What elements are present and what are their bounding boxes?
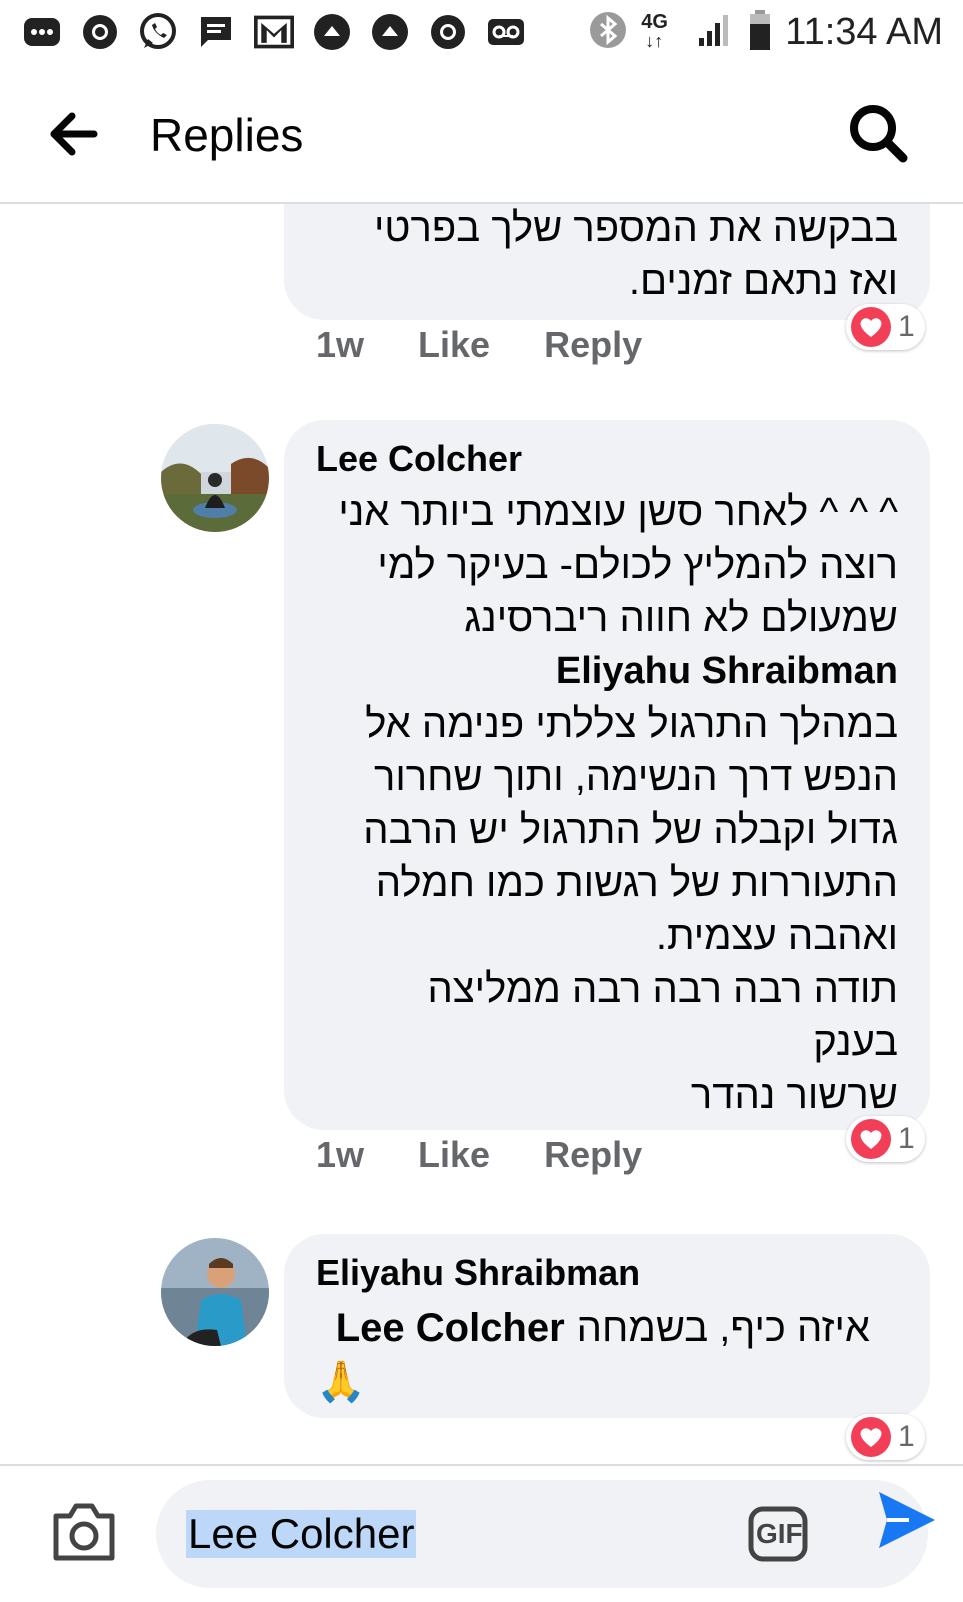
reaction-badge[interactable]: 1 (846, 1116, 925, 1162)
comment-bubble: בבקשה את המספר שלך בפרטי ואז נתאם זמנים. (284, 204, 930, 320)
sms-icon (196, 12, 236, 52)
comment-actions: 1w Like Reply (316, 1134, 642, 1176)
upload-icon (312, 12, 352, 52)
send-icon[interactable] (875, 1486, 939, 1554)
notification-icons (22, 12, 526, 52)
comment-text-line: גדול וקבלה של התרגול יש הרבה (363, 808, 898, 852)
clock: 11:34 AM (785, 11, 943, 53)
comment-text-line: ואהבה עצמית. (655, 914, 898, 958)
comment-text: איזה כיף, בשמחה Lee Colcher (316, 1302, 870, 1355)
comment-input[interactable]: Lee Colcher GIF (156, 1480, 928, 1588)
page-title: Replies (150, 109, 304, 161)
love-react-icon (851, 307, 891, 347)
comment-text-line: בענק (813, 1020, 898, 1064)
comment-text: בבקשה את המספר שלך בפרטי ואז נתאם זמנים. (316, 204, 898, 308)
like-button[interactable]: Like (418, 324, 490, 366)
gif-button[interactable]: GIF (748, 1506, 808, 1562)
comment-actions: 1w Like Reply (316, 324, 642, 366)
comment-text: ^ ^ ^ לאחר סשן עוצמתי ביותר אני רוצה להמ… (316, 486, 898, 1122)
network-indicator: 4G ↓↑ (641, 10, 668, 51)
comment-bubble: Lee Colcher ^ ^ ^ לאחר סשן עוצמתי ביותר … (284, 420, 930, 1130)
comment-text-line: שמעולם לא חווה ריברסינג (464, 596, 898, 640)
comment-text-line: בבקשה את המספר שלך בפרטי (374, 206, 898, 250)
reaction-count: 1 (898, 1122, 915, 1155)
comment-text-line: התעוררות של רגשות כמו חמלה (375, 861, 898, 905)
bluetooth-icon (589, 11, 627, 54)
search-icon[interactable] (847, 102, 911, 166)
comment-timestamp[interactable]: 1w (316, 324, 364, 366)
signal-icon (697, 12, 735, 53)
voicemail-icon (486, 12, 526, 52)
comment-timestamp[interactable]: 1w (316, 1134, 364, 1176)
comment-text-line: איזה כיף, בשמחה (576, 1306, 870, 1350)
messages-icon (22, 12, 62, 52)
reaction-badge[interactable]: 1 (846, 1414, 925, 1460)
love-react-icon (851, 1417, 891, 1457)
reaction-badge[interactable]: 1 (846, 304, 925, 350)
app-header: Replies (0, 68, 963, 204)
back-arrow-icon[interactable] (46, 104, 106, 164)
system-status: 4G ↓↑ 11:34 AM (589, 10, 943, 55)
camera-icon[interactable] (50, 1500, 118, 1564)
comment-text-line: ואז נתאם זמנים. (628, 259, 898, 303)
gmail-icon (254, 12, 294, 52)
comment-author[interactable]: Lee Colcher (316, 438, 898, 480)
reply-button[interactable]: Reply (544, 324, 642, 366)
gif-label: GIF (756, 1518, 803, 1549)
mention-link[interactable]: Lee Colcher (336, 1302, 565, 1355)
comment-text-line: תודה רבה רבה רבה ממליצה (427, 967, 898, 1011)
like-button[interactable]: Like (418, 1134, 490, 1176)
reaction-count: 1 (898, 310, 915, 343)
chrome-icon (80, 12, 120, 52)
comment-input-value[interactable]: Lee Colcher (186, 1510, 417, 1558)
comment-bubble: Eliyahu Shraibman איזה כיף, בשמחה Lee Co… (284, 1234, 930, 1418)
comment-composer: Lee Colcher GIF (0, 1464, 963, 1602)
comment-text-line: במהלך התרגול צללתי פנימה אל (365, 702, 898, 746)
battery-icon (749, 10, 771, 55)
avatar[interactable] (161, 1238, 269, 1346)
love-react-icon (851, 1119, 891, 1159)
comment-text-line: ^ ^ ^ לאחר סשן עוצמתי ביותר אני (338, 490, 898, 534)
comment-author[interactable]: Eliyahu Shraibman (316, 1252, 870, 1294)
comment-text-line: שרשור נהדר (690, 1073, 898, 1117)
folded-hands-emoji: 🙏 (316, 1360, 366, 1404)
whatsapp-icon (138, 12, 178, 52)
upload-icon (370, 12, 410, 52)
avatar[interactable] (161, 424, 269, 532)
reply-button[interactable]: Reply (544, 1134, 642, 1176)
status-bar: 4G ↓↑ 11:34 AM (0, 0, 963, 68)
comment-text-line: הנפש דרך הנשימה, ותוך שחרור (374, 755, 898, 799)
comment-text-line: רוצה להמליץ לכולם- בעיקר למי (377, 543, 898, 587)
replies-feed[interactable]: בבקשה את המספר שלך בפרטי ואז נתאם זמנים.… (0, 204, 963, 1464)
reaction-count: 1 (898, 1420, 915, 1453)
chrome-icon (428, 12, 468, 52)
mention-link[interactable]: Eliyahu Shraibman (316, 645, 898, 698)
